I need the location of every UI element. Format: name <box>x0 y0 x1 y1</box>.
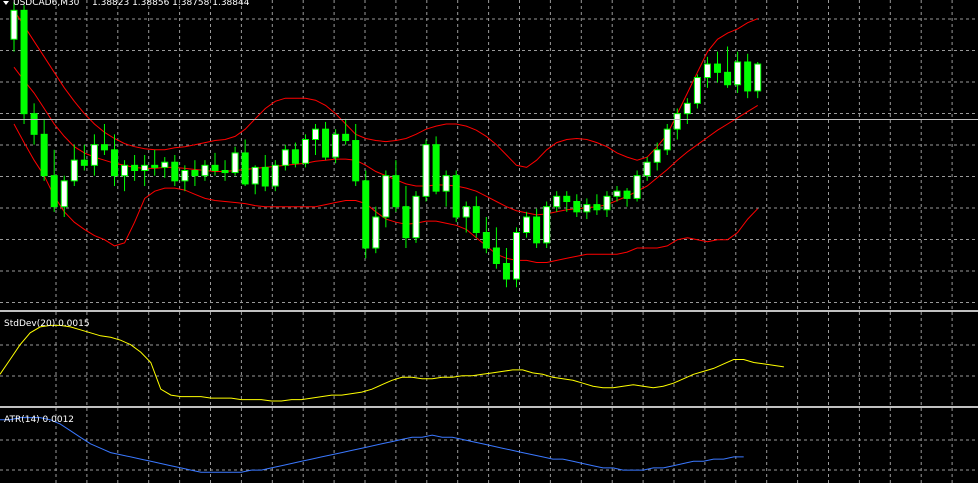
separator-bar <box>0 406 978 408</box>
candle-body <box>90 144 98 166</box>
candle-body <box>342 133 350 142</box>
candle-body <box>10 9 18 40</box>
candle-body <box>40 133 48 177</box>
candle-body <box>734 61 742 86</box>
candle-body <box>191 170 199 177</box>
candle-body <box>281 149 289 166</box>
candle-body <box>241 152 249 185</box>
candle-body <box>100 144 108 151</box>
candle-body <box>151 164 159 168</box>
candle-body <box>724 71 732 86</box>
candle-body <box>161 161 169 168</box>
candle[interactable] <box>362 170 370 259</box>
candle-body <box>301 139 309 164</box>
candle-body <box>663 128 671 151</box>
candle-body <box>221 170 229 174</box>
candle-body <box>402 206 410 239</box>
candle-body <box>653 149 661 163</box>
candle-body <box>482 232 490 249</box>
candle-body <box>201 164 209 177</box>
candle-body <box>30 113 38 135</box>
candle-body <box>60 180 68 208</box>
candle-body <box>703 63 711 78</box>
candle-body <box>131 164 139 171</box>
candle[interactable] <box>452 170 460 223</box>
candle-body <box>714 63 721 73</box>
candle[interactable] <box>513 227 520 288</box>
candle[interactable] <box>301 134 309 168</box>
candle-body <box>181 170 189 182</box>
candle-body <box>412 195 420 239</box>
candle[interactable] <box>543 201 551 249</box>
candle-body <box>472 206 480 234</box>
candle-body <box>593 204 601 211</box>
candle-body <box>513 232 520 280</box>
candle-body <box>261 166 269 187</box>
candle-body <box>502 263 510 280</box>
candle-body <box>141 164 149 171</box>
ohlc-label: 1.38823 1.38856 1.38758 1.38844 <box>92 0 250 8</box>
candle-body <box>231 152 239 174</box>
candle-body <box>673 113 681 130</box>
candle-body <box>533 216 541 244</box>
candle-body <box>111 149 118 177</box>
separator-bar <box>0 310 978 312</box>
candle-body <box>432 144 440 192</box>
candle-body <box>382 175 390 218</box>
candle-body <box>171 161 179 182</box>
candle-body <box>121 164 129 177</box>
candle-body <box>492 247 500 264</box>
candle-body <box>352 140 360 182</box>
candle-body <box>312 128 319 141</box>
candle-body <box>442 175 450 192</box>
candle-body <box>251 166 259 185</box>
candle-body <box>462 206 470 218</box>
candle-body <box>643 161 651 177</box>
candle-body <box>332 133 340 158</box>
candle[interactable] <box>693 74 701 109</box>
candle-body <box>543 206 551 244</box>
candle-body <box>603 195 611 211</box>
candle-body <box>693 77 701 104</box>
symbol-label: USDCAD6,M30 <box>13 0 80 8</box>
candle-body <box>683 102 691 115</box>
candle-body <box>563 195 571 202</box>
candle-body <box>613 190 621 197</box>
candle-body <box>392 175 400 208</box>
candle-body <box>623 190 631 199</box>
candle[interactable] <box>432 136 440 195</box>
candle-body <box>553 195 561 208</box>
candle-body <box>211 164 219 171</box>
candle-body <box>452 175 460 218</box>
candle-body <box>523 216 531 233</box>
candle[interactable] <box>412 191 420 243</box>
candle-body <box>70 159 78 182</box>
candle-body <box>291 149 299 164</box>
panel-separator-1[interactable] <box>0 310 978 312</box>
candle-body <box>583 204 591 213</box>
candle-body <box>322 128 330 158</box>
candle-body <box>362 180 370 249</box>
stddev-label: StdDev(20) 0.0015 <box>4 319 90 329</box>
candle[interactable] <box>20 5 28 124</box>
candle-body <box>20 9 28 115</box>
candle-body <box>744 61 752 92</box>
candle-body <box>80 159 88 166</box>
panel-separator-2[interactable] <box>0 406 978 408</box>
chart-window[interactable]: USDCAD6,M30 1.38823 1.38856 1.38758 1.38… <box>0 0 978 483</box>
candle-body <box>372 216 380 249</box>
candle-body <box>754 63 762 92</box>
candle-body <box>633 175 641 199</box>
candle-body <box>573 201 581 213</box>
candle-body <box>271 164 279 187</box>
candle-body <box>50 175 58 208</box>
atr-label: ATR(14) 0.0012 <box>4 415 74 425</box>
candle-body <box>422 144 430 197</box>
candle[interactable] <box>422 139 430 202</box>
